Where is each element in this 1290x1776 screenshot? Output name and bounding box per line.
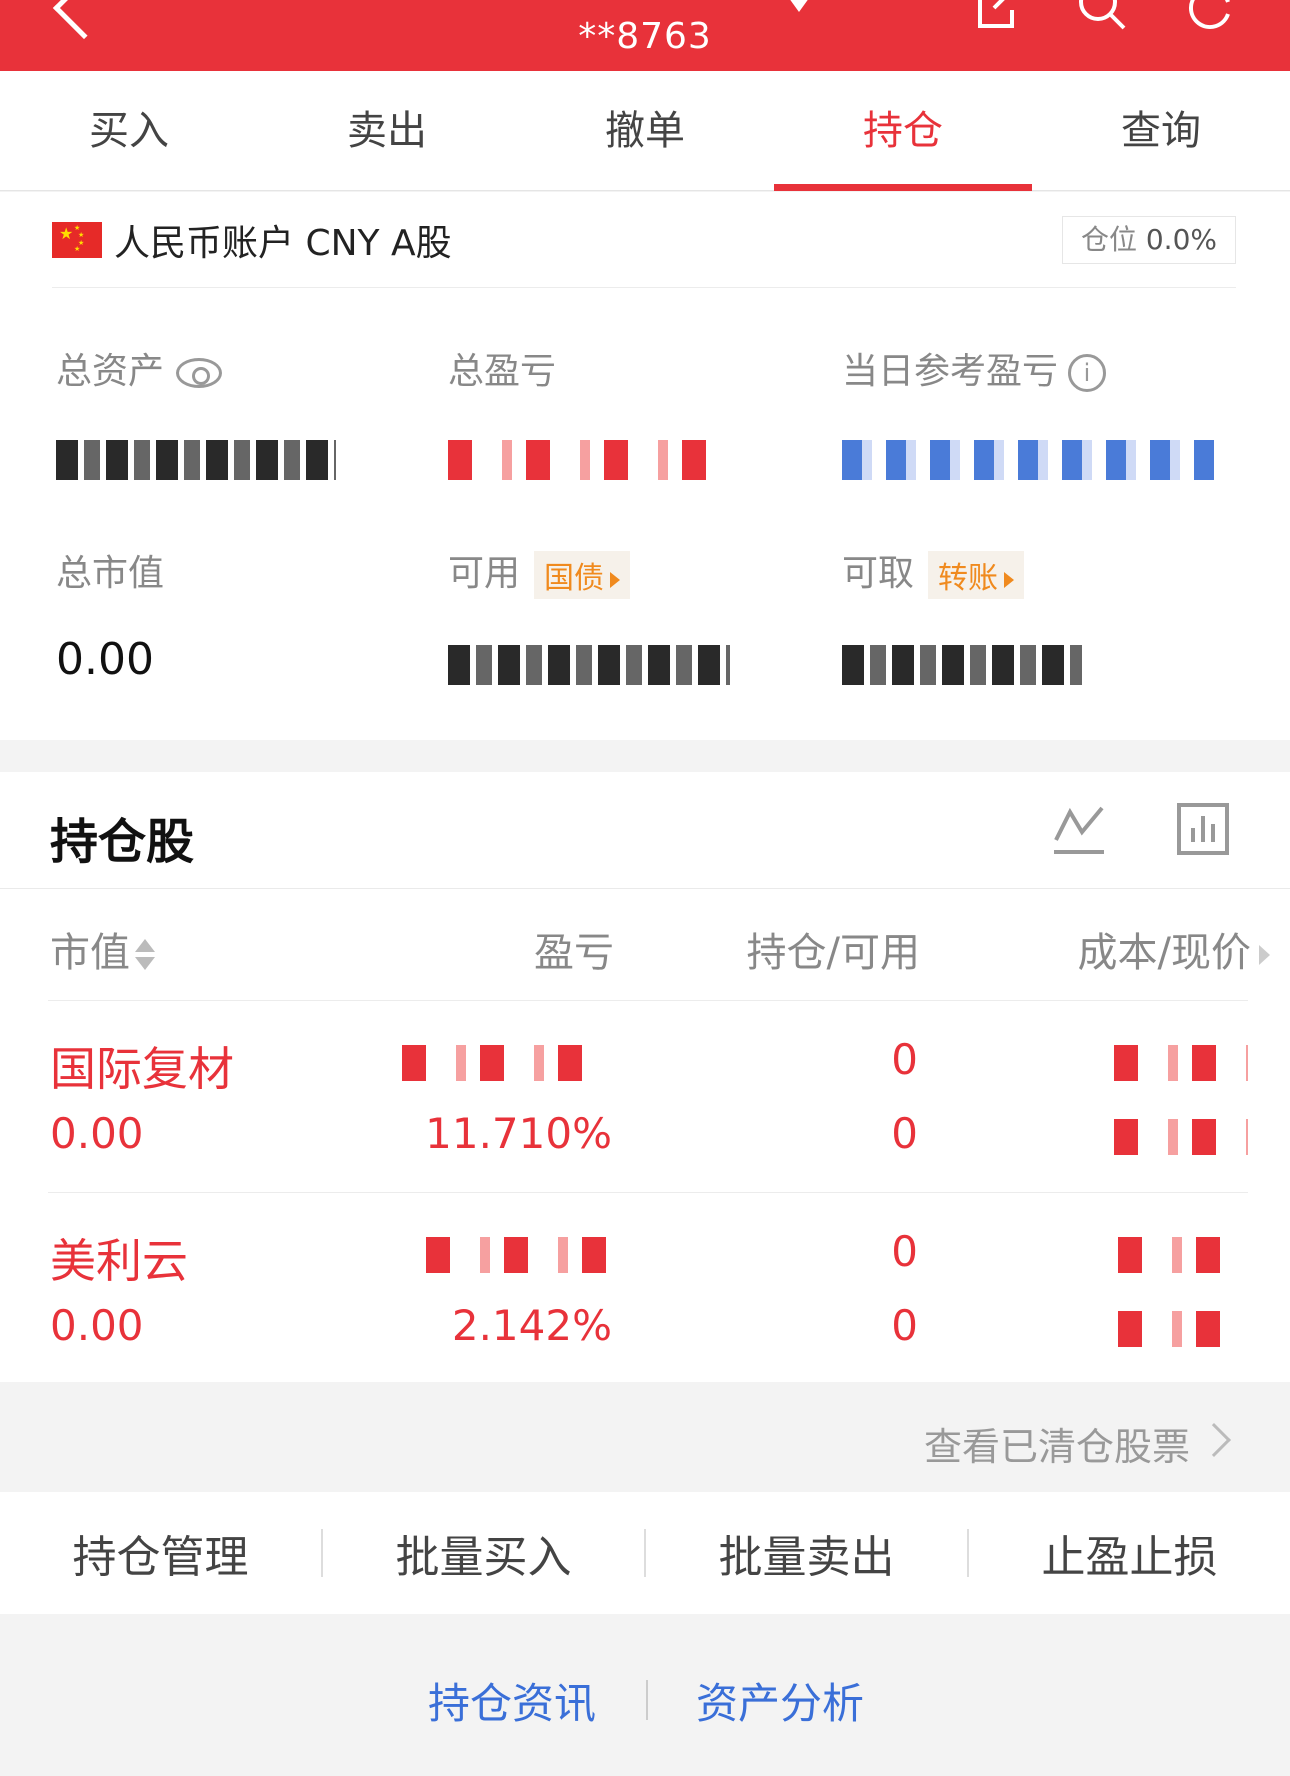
transfer-tag-button[interactable]: 转账 [928, 551, 1025, 599]
stock-market-value: 0.00 [50, 1301, 144, 1350]
tab-buy[interactable]: 买入 [0, 71, 258, 190]
total-pl: 总盈亏 [448, 342, 718, 483]
total-pl-label: 总盈亏 [448, 351, 557, 392]
search-icon[interactable] [1076, 0, 1128, 32]
available-label: 可用 [448, 553, 521, 594]
position-management-button[interactable]: 持仓管理 [0, 1521, 321, 1585]
sort-icon[interactable] [134, 937, 156, 973]
withdrawable-funds: 可取 转账 [842, 544, 1082, 688]
line-chart-icon[interactable] [1052, 802, 1106, 856]
col-header-qty: 持仓/可用 [746, 930, 920, 976]
position-label: 仓位 [1080, 223, 1137, 256]
holding-news-link[interactable]: 持仓资讯 [428, 1670, 596, 1731]
stock-pl-masked [426, 1236, 612, 1273]
col-header-cost: 成本/现价 [1078, 920, 1270, 978]
stock-qty: 0 [891, 1227, 918, 1276]
batch-sell-button[interactable]: 批量卖出 [646, 1521, 967, 1585]
holdings-title: 持仓股 [50, 814, 195, 870]
treasury-tag-button[interactable]: 国债 [534, 551, 631, 599]
daily-pl-label: 当日参考盈亏 [842, 351, 1059, 392]
chevron-right-icon [1197, 1423, 1231, 1457]
daily-pl: 当日参考盈亏 i [842, 342, 1214, 483]
batch-buy-button[interactable]: 批量买入 [323, 1521, 644, 1585]
stock-name: 国际复材 [50, 1042, 234, 1096]
total-assets-value-masked [56, 440, 336, 480]
info-icon[interactable]: i [1068, 354, 1107, 392]
withdrawable-value-masked [842, 645, 1082, 685]
market-value: 总市值 0.00 [56, 544, 164, 685]
col-header-pl: 盈亏 [534, 930, 614, 976]
stock-available: 0 [891, 1109, 918, 1158]
tab-query[interactable]: 查询 [1032, 71, 1290, 190]
account-summary: ★ ★ ★ ★ ★ 人民币账户 CNY A股 仓位 0.0% 总资产 总盈亏 当… [0, 192, 1290, 740]
refresh-icon[interactable] [1184, 0, 1236, 32]
holding-row[interactable]: 国际复材 0.00 11.710% 0 0 [48, 1000, 1248, 1190]
stock-name: 美利云 [50, 1234, 188, 1288]
share-icon[interactable] [970, 0, 1022, 32]
daily-pl-value-masked [842, 440, 1214, 480]
stock-qty: 0 [891, 1035, 918, 1084]
triangle-right-icon [610, 571, 621, 588]
total-pl-value-masked [448, 440, 718, 480]
total-assets: 总资产 [56, 342, 336, 483]
account-row: ★ ★ ★ ★ ★ 人民币账户 CNY A股 仓位 0.0% [52, 192, 1236, 288]
stock-price-masked [1114, 1118, 1248, 1155]
tab-holdings[interactable]: 持仓 [774, 71, 1032, 191]
market-value-value: 0.00 [56, 634, 154, 685]
stock-available: 0 [891, 1301, 918, 1350]
stock-pl-pct: 2.142% [451, 1301, 612, 1350]
col-market-value-label: 市值 [50, 930, 130, 976]
tab-sell[interactable]: 卖出 [258, 71, 516, 190]
tab-cancel[interactable]: 撤单 [516, 71, 774, 190]
col-header-market-value[interactable]: 市值 [50, 920, 156, 978]
transfer-tag-label: 转账 [938, 561, 999, 596]
top-bar: **8763 [0, 0, 1290, 71]
bottom-links: 持仓资讯 资产分析 [0, 1614, 1290, 1776]
holding-row[interactable]: 美利云 0.00 2.142% 0 0 [48, 1192, 1248, 1382]
available-funds: 可用 国债 [448, 544, 730, 688]
eye-icon[interactable] [176, 358, 223, 388]
account-dropdown-icon[interactable] [786, 0, 812, 14]
stock-cost-masked [1114, 1044, 1248, 1081]
stock-price-masked [1118, 1310, 1248, 1347]
stop-profit-loss-button[interactable]: 止盈止损 [969, 1521, 1290, 1585]
divider [646, 1680, 648, 1720]
action-bar: 持仓管理 批量买入 批量卖出 止盈止损 [0, 1492, 1290, 1614]
stock-market-value: 0.00 [50, 1109, 144, 1158]
china-flag-icon: ★ ★ ★ ★ ★ [52, 222, 102, 258]
position-badge: 仓位 0.0% [1061, 216, 1236, 264]
triangle-right-icon [1004, 571, 1015, 588]
total-assets-label: 总资产 [56, 351, 165, 392]
cleared-stocks-link[interactable]: 查看已清仓股票 [0, 1382, 1290, 1492]
stock-cost-masked [1118, 1236, 1248, 1273]
divider [0, 888, 1290, 889]
withdrawable-label: 可取 [842, 553, 915, 594]
trade-tabs: 买入 卖出 撤单 持仓 查询 [0, 71, 1290, 191]
account-name: 人民币账户 CNY A股 [114, 223, 452, 264]
col-cost-label: 成本/现价 [1077, 930, 1251, 976]
stock-pl-masked [402, 1044, 612, 1081]
stock-pl-pct: 11.710% [425, 1109, 612, 1158]
available-value-masked [448, 645, 730, 685]
triangle-right-icon[interactable] [1259, 945, 1270, 965]
cleared-stocks-label: 查看已清仓股票 [923, 1425, 1190, 1469]
bar-chart-icon[interactable] [1176, 802, 1230, 856]
position-value: 0.0% [1145, 223, 1217, 256]
treasury-tag-label: 国债 [544, 561, 605, 596]
holdings-card: 持仓股 市值 盈亏 持仓/可用 成本/现价 国际复材 0.00 11.710% … [0, 772, 1290, 1382]
market-value-label: 总市值 [56, 553, 165, 594]
asset-analysis-link[interactable]: 资产分析 [696, 1670, 864, 1731]
